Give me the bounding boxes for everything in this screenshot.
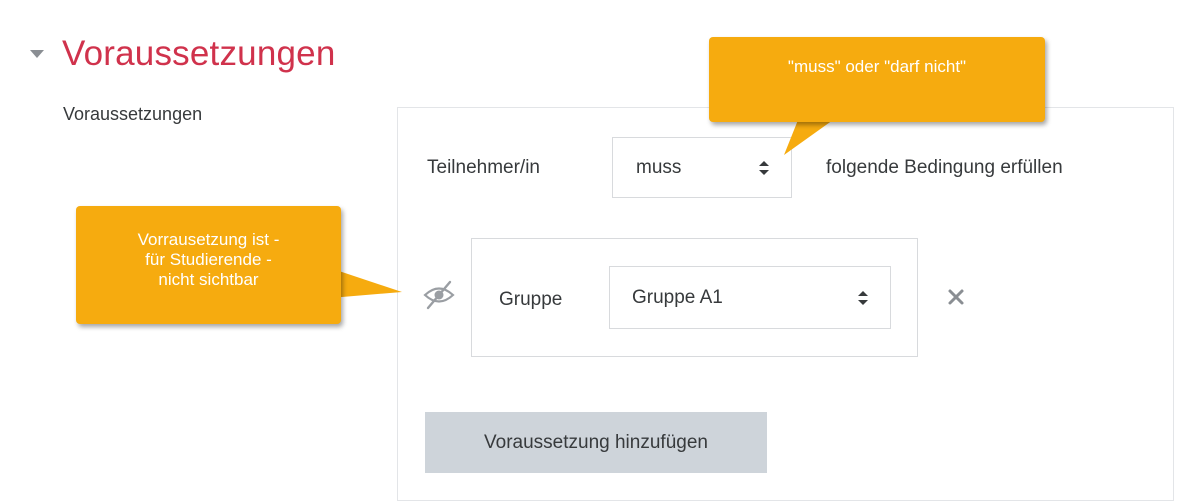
group-select[interactable]: Gruppe A1 xyxy=(609,266,891,329)
sort-updown-icon xyxy=(858,290,868,305)
sort-updown-icon xyxy=(759,160,769,175)
remove-condition-button[interactable] xyxy=(945,286,967,308)
callout-line: nicht sichtbar xyxy=(158,270,259,289)
section-title: Voraussetzungen xyxy=(62,34,336,73)
callout-pointer-left xyxy=(330,268,402,298)
participant-label: Teilnehmer/in xyxy=(427,157,540,178)
eye-slash-icon[interactable] xyxy=(420,278,458,312)
callout-must-or-must-not: "muss" oder "darf nicht" xyxy=(709,37,1045,122)
close-icon xyxy=(948,289,964,305)
must-select-value: muss xyxy=(636,156,682,178)
field-label: Voraussetzungen xyxy=(63,104,203,124)
group-label: Gruppe xyxy=(499,289,563,310)
section-header-voraussetzungen[interactable]: Voraussetzungen xyxy=(30,30,335,78)
caret-down-icon[interactable] xyxy=(30,50,44,58)
must-select[interactable]: muss xyxy=(612,137,792,198)
callout-not-visible-for-students: Vorrausetzung ist - für Studierende - ni… xyxy=(76,206,341,324)
add-restriction-button[interactable]: Voraussetzung hinzufügen xyxy=(425,412,767,473)
callout-line: Vorrausetzung ist - xyxy=(137,230,280,249)
callout-line: für Studierende - xyxy=(145,250,272,269)
condition-text: folgende Bedingung erfüllen xyxy=(826,157,1063,178)
group-select-value: Gruppe A1 xyxy=(632,286,723,308)
